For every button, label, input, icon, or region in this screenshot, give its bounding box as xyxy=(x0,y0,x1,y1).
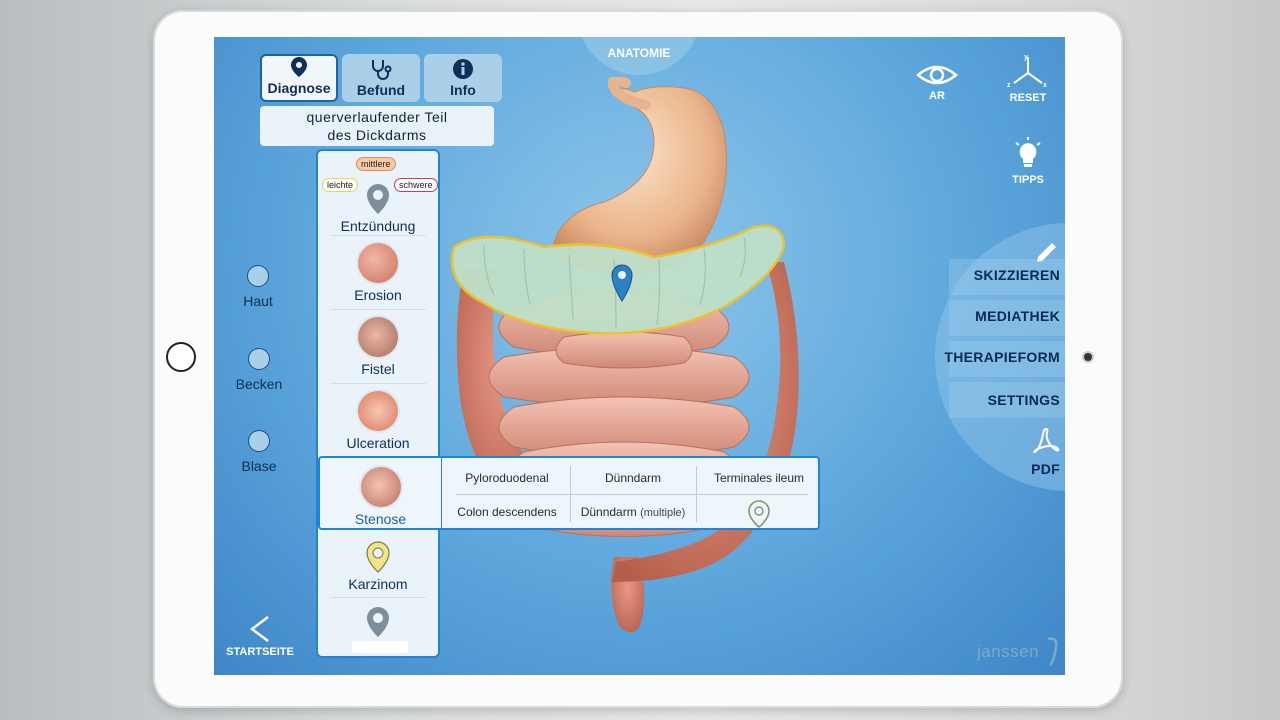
fistel-thumbnail xyxy=(358,317,398,357)
location-pin-option[interactable] xyxy=(748,500,770,533)
option-label: Blase xyxy=(241,458,277,474)
menu-mediathek[interactable]: MEDIATHEK xyxy=(954,308,1060,324)
list-item-stenose[interactable]: Stenose xyxy=(320,458,442,528)
list-item-entzuendung[interactable]: Entzündung xyxy=(318,183,438,234)
tipps-label: TIPPS xyxy=(1012,174,1044,186)
radio-dot[interactable] xyxy=(248,430,270,452)
diagnosis-list: mittlere leichte schwere Entzündung Eros… xyxy=(316,149,440,658)
severity-medium-badge[interactable]: mittlere xyxy=(356,157,396,171)
location-qualifier: (multiple) xyxy=(640,507,686,519)
tab-label: Diagnose xyxy=(267,80,331,96)
item-label: Karzinom xyxy=(348,576,408,592)
radio-dot[interactable] xyxy=(248,348,270,370)
selected-location-label: querverlaufender Teil des Dickdarms xyxy=(260,106,494,146)
tab-info[interactable]: Info xyxy=(424,54,502,102)
location-line-2: des Dickdarms xyxy=(327,127,427,143)
radio-dot[interactable] xyxy=(247,265,269,287)
option-label: Becken xyxy=(235,376,283,392)
pencil-icon xyxy=(1037,243,1056,262)
option-haut[interactable]: Haut xyxy=(228,265,288,309)
option-label: Haut xyxy=(243,293,273,309)
item-label: Erosion xyxy=(354,287,402,303)
back-chevron-icon[interactable] xyxy=(248,615,272,643)
tab-befund[interactable]: Befund xyxy=(342,54,420,102)
option-blase[interactable]: Blase xyxy=(229,430,289,474)
list-item-erosion[interactable]: Erosion xyxy=(318,243,438,303)
gray-pin-icon xyxy=(367,184,389,214)
svg-text:z: z xyxy=(1007,82,1011,89)
stenose-expanded-row: Stenose Pyloroduodenal Dünndarm Terminal… xyxy=(318,456,820,530)
location-terminales-ileum[interactable]: Terminales ileum xyxy=(696,471,822,485)
list-item-fistel[interactable]: Fistel xyxy=(318,317,438,377)
stethoscope-icon xyxy=(372,60,392,80)
pdf-icon xyxy=(1033,427,1060,454)
tab-label: Befund xyxy=(356,82,406,98)
anatomie-button[interactable]: ANATOMIE xyxy=(577,37,701,75)
location-pyloroduodenal[interactable]: Pyloroduodenal xyxy=(444,471,570,485)
menu-pdf[interactable]: PDF xyxy=(994,461,1060,477)
tab-diagnose[interactable]: Diagnose xyxy=(260,54,338,102)
location-duenndarm-multiple[interactable]: Dünndarm (multiple) xyxy=(570,505,696,519)
location-text: Dünndarm xyxy=(580,505,637,519)
item-label: Entzündung xyxy=(340,218,416,234)
stenose-thumbnail xyxy=(360,467,401,507)
brand-text: janssen xyxy=(977,642,1040,661)
startseite-link[interactable]: STARTSEITE xyxy=(226,646,294,658)
item-label: Ulceration xyxy=(346,435,410,451)
ar-label: AR xyxy=(929,90,945,102)
home-button[interactable] xyxy=(166,342,196,372)
reset-button[interactable]: y z x RESET xyxy=(998,53,1058,104)
menu-settings[interactable]: SETTINGS xyxy=(954,392,1060,408)
item-label: Stenose xyxy=(354,511,407,527)
janssen-logo: janssen xyxy=(977,637,1060,667)
ulceration-thumbnail xyxy=(358,391,398,431)
erosion-thumbnail xyxy=(358,243,398,283)
svg-text:x: x xyxy=(1043,82,1047,89)
gray-pin-icon xyxy=(367,607,389,637)
list-footer-bar xyxy=(352,641,408,653)
tab-label: Info xyxy=(450,82,476,98)
location-duenndarm[interactable]: Dünndarm xyxy=(570,471,696,485)
item-label: Fistel xyxy=(361,361,395,377)
svg-text:y: y xyxy=(1024,54,1028,61)
info-icon xyxy=(453,59,473,79)
yellow-pin-icon xyxy=(366,541,390,573)
eye-icon xyxy=(916,65,958,85)
list-item-ulceration[interactable]: Ulceration xyxy=(318,391,438,451)
ar-button[interactable]: AR xyxy=(907,63,967,102)
location-line-1: querverlaufender Teil xyxy=(306,109,448,125)
anatomy-illustration[interactable] xyxy=(444,77,824,637)
tipps-button[interactable]: TIPPS xyxy=(998,137,1058,186)
green-pin-icon xyxy=(748,500,770,529)
axes-reset-icon: y z x xyxy=(1007,54,1047,89)
menu-skizzieren[interactable]: SKIZZIEREN xyxy=(954,267,1060,283)
list-item-more[interactable] xyxy=(318,606,438,641)
location-colon-descendens[interactable]: Colon descendens xyxy=(444,505,570,519)
reset-label: RESET xyxy=(1009,92,1047,104)
option-becken[interactable]: Becken xyxy=(229,348,289,392)
main-tabs: Diagnose Befund Info xyxy=(260,54,502,102)
janssen-swoosh-icon xyxy=(1048,637,1058,666)
app-screen: Diagnose Befund Info querverlaufender Te… xyxy=(214,37,1065,675)
location-pin-icon xyxy=(291,57,307,77)
menu-therapieform[interactable]: THERAPIEFORM xyxy=(934,349,1060,365)
lightbulb-icon xyxy=(1015,137,1041,167)
camera-dot xyxy=(1084,353,1092,361)
list-item-karzinom[interactable]: Karzinom xyxy=(318,541,438,592)
anatomie-label: ANATOMIE xyxy=(607,46,671,60)
